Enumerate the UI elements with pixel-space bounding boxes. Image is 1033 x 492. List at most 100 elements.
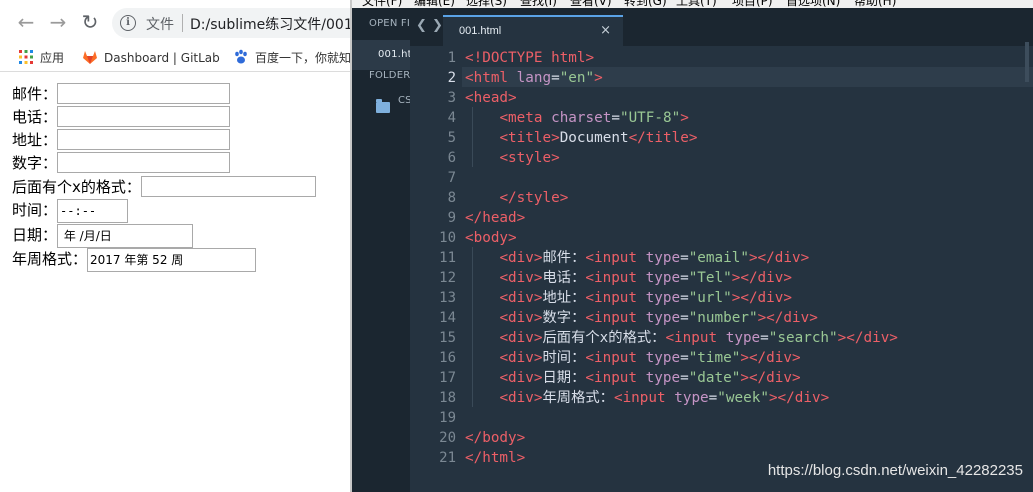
line-number: 2	[447, 70, 456, 86]
bookmark-apps[interactable]: 应用	[18, 48, 64, 68]
code-token: "email"	[688, 250, 749, 266]
url-text[interactable]: D:/sublime练习文件/001	[190, 14, 350, 34]
code-token: <div>	[499, 330, 543, 346]
tel-input[interactable]	[57, 106, 231, 127]
time-input[interactable]: --:--	[57, 199, 129, 223]
code-token: 时间：	[542, 350, 586, 366]
code-token: =	[680, 290, 689, 306]
code-token: 年周格式：	[542, 390, 614, 406]
code-line[interactable]: <title>Document</title>	[465, 128, 697, 148]
code-line[interactable]: <meta charset="UTF-8">	[465, 108, 688, 128]
code-token: charset	[551, 110, 612, 126]
arrow-left-icon[interactable]: ←	[14, 10, 38, 34]
line-number: 14	[439, 310, 456, 326]
code-token: 后面有个x的格式：	[542, 330, 666, 346]
menu-file[interactable]: 文件(F)	[362, 0, 402, 8]
code-line[interactable]: </style>	[465, 188, 568, 208]
email-input[interactable]	[57, 83, 231, 104]
line-number: 16	[439, 350, 456, 366]
time-row: 时间： --:--	[12, 199, 129, 223]
code-line[interactable]: <div>年周格式：<input type="week"></div>	[465, 388, 829, 408]
code-line[interactable]: <div>地址：<input type="url"></div>	[465, 288, 792, 308]
time-label: 时间：	[12, 201, 58, 219]
search-row: 后面有个x的格式：	[12, 176, 316, 198]
menu-help[interactable]: 帮助(H)	[854, 0, 896, 8]
line-number: 3	[447, 90, 456, 106]
code-token: <body>	[465, 230, 517, 246]
arrow-right-icon[interactable]: →	[46, 10, 70, 34]
menu-goto[interactable]: 转到(G)	[624, 0, 667, 8]
code-line[interactable]: </head>	[465, 208, 525, 228]
code-line[interactable]: </html>	[465, 448, 525, 468]
menu-find[interactable]: 查找(I)	[520, 0, 557, 8]
line-number: 18	[439, 390, 456, 406]
code-token: type	[645, 350, 681, 366]
menu-project[interactable]: 项目(P)	[732, 0, 773, 8]
code-token: =	[680, 270, 689, 286]
email-label: 邮件：	[12, 85, 58, 103]
scrollbar-thumb[interactable]	[1025, 42, 1029, 82]
open-file-item[interactable]: 001.htm	[352, 40, 421, 70]
code-line[interactable]: <div>时间：<input type="time"></div>	[465, 348, 801, 368]
code-token: 日期：	[542, 370, 586, 386]
bookmark-baidu[interactable]: 百度一下，你就知	[233, 48, 350, 68]
date-input[interactable]: 年 /月/日	[57, 224, 194, 248]
info-icon[interactable]: i	[120, 15, 136, 31]
code-token: <title>	[499, 130, 560, 146]
code-token: "time"	[688, 350, 741, 366]
chevron-right-icon[interactable]: ❯	[432, 18, 443, 33]
code-token: <!DOCTYPE html>	[465, 50, 595, 66]
code-token: ></div>	[731, 270, 792, 286]
code-line[interactable]: <div>后面有个x的格式：<input type="search"></div…	[465, 328, 897, 348]
chevron-left-icon[interactable]: ❮	[416, 18, 427, 33]
code-line[interactable]: <style>	[465, 148, 559, 168]
code-line[interactable]: </body>	[465, 428, 525, 448]
code-line[interactable]: <div>日期：<input type="date"></div>	[465, 368, 800, 388]
menu-tools[interactable]: 工具(T)	[676, 0, 717, 8]
code-token: "Tel"	[688, 270, 732, 286]
line-number: 1	[447, 50, 456, 66]
code-token: 邮件：	[542, 250, 586, 266]
code-token: <html	[465, 70, 517, 86]
code-line[interactable]: <!DOCTYPE html>	[465, 48, 594, 68]
folder-icon	[376, 99, 390, 113]
tab-001-html[interactable]: 001.html ×	[443, 15, 623, 46]
code-line[interactable]: <head>	[465, 88, 517, 108]
code-token: "week"	[717, 390, 769, 406]
code-line[interactable]: <html lang="en">	[465, 68, 603, 88]
page-content: 邮件： 电话： 地址： 数字： 后面有个x的格式： 时间： --:-- 日期： 年…	[0, 73, 350, 492]
code-token: type	[645, 250, 681, 266]
code-line[interactable]: <div>数字：<input type="number"></div>	[465, 308, 817, 328]
reload-icon[interactable]: ↻	[78, 10, 102, 34]
menu-preferences[interactable]: 首选项(N)	[786, 0, 840, 8]
menu-edit[interactable]: 编辑(E)	[414, 0, 455, 8]
code-token: 电话：	[542, 270, 586, 286]
menu-view[interactable]: 查看(V)	[570, 0, 612, 8]
menu-selection[interactable]: 选择(S)	[466, 0, 507, 8]
code-token: =	[680, 310, 689, 326]
number-input[interactable]	[57, 152, 231, 173]
address-bar[interactable]: i 文件 D:/sublime练习文件/001	[112, 8, 350, 38]
code-token: ></div>	[740, 350, 801, 366]
code-token: type	[645, 290, 681, 306]
week-input[interactable]: 2017 年第 52 周	[87, 248, 257, 272]
code-line[interactable]: <body>	[465, 228, 517, 248]
sublime-editor: 文件(F) 编辑(E) 选择(S) 查找(I) 查看(V) 转到(G) 工具(T…	[352, 0, 1033, 492]
url-input[interactable]	[57, 129, 231, 150]
close-icon[interactable]: ×	[600, 23, 611, 38]
email-row: 邮件：	[12, 83, 231, 105]
code-token: "search"	[768, 330, 838, 346]
code-token: type	[645, 310, 681, 326]
bookmark-label: 应用	[40, 51, 65, 65]
search-input[interactable]	[140, 176, 316, 197]
code-line[interactable]: <div>邮件：<input type="email"></div>	[465, 248, 809, 268]
bookmark-label: Dashboard | GitLab	[104, 51, 220, 65]
line-number: 19	[439, 410, 456, 426]
code-line[interactable]: <div>电话：<input type="Tel"></div>	[465, 268, 792, 288]
code-token: =	[708, 390, 718, 406]
bookmark-gitlab[interactable]: Dashboard | GitLab	[82, 48, 220, 68]
